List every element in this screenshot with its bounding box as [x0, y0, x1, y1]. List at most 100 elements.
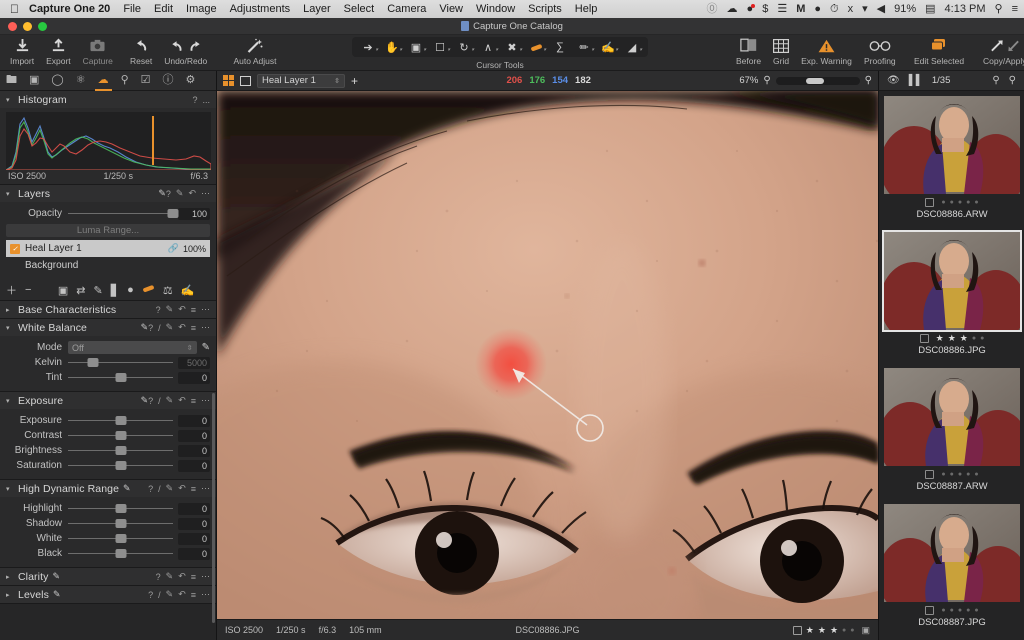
star-4[interactable]: ● — [966, 471, 970, 478]
exposure-slider[interactable] — [68, 415, 173, 427]
more-icon[interactable]: ⋯ — [201, 188, 210, 199]
reset-icon[interactable]: ↶ — [178, 322, 186, 333]
layer-row-heal-layer-1[interactable]: ✓ Heal Layer 1 🔗 100% — [6, 240, 210, 257]
reset-icon[interactable]: ↶ — [178, 589, 186, 600]
clone-brush-icon[interactable]: ∑ — [548, 39, 572, 55]
shadow-value[interactable]: 0 — [178, 517, 210, 530]
star-1[interactable]: ● — [941, 199, 945, 206]
levels-header[interactable]: ▸ Levels ✎ ? / ✎ ↶ ≡ ⋯ — [0, 586, 216, 603]
layer-row-background[interactable]: Background — [6, 257, 210, 274]
eyedropper-icon[interactable]: ✎ — [202, 342, 210, 353]
zoom-slider[interactable] — [775, 76, 860, 85]
chevron-right-icon[interactable]: ▸ — [6, 306, 13, 314]
clarity-header[interactable]: ▸ Clarity ✎ ? ✎ ↶ ≡ ⋯ — [0, 568, 216, 585]
brush-icon[interactable]: ✎ — [166, 322, 174, 333]
export-button[interactable]: Export — [40, 35, 77, 66]
thumbnail-rating[interactable]: ● ● ● ● ● — [879, 469, 1024, 479]
at-icon[interactable]: ⓪ — [707, 3, 718, 15]
contrast-slider[interactable] — [68, 430, 173, 442]
slider-knob[interactable] — [115, 446, 126, 455]
reset-icon[interactable]: ↶ — [178, 571, 186, 582]
base-characteristics-header[interactable]: ▸ Base Characteristics ? ✎ ↶ ≡ ⋯ — [0, 301, 216, 318]
star-2[interactable]: ★ — [948, 333, 956, 344]
clock-time[interactable]: 4:13 PM — [945, 3, 986, 15]
kelvin-slider[interactable] — [68, 357, 173, 369]
status-rating[interactable]: ★ ★ ★ ● ● ▣ — [792, 625, 870, 636]
menu-item-window[interactable]: Window — [476, 3, 515, 15]
menu-item-image[interactable]: Image — [186, 3, 217, 15]
menu-item-file[interactable]: File — [123, 3, 141, 15]
minimize-button[interactable] — [23, 22, 32, 31]
more-icon[interactable]: ⋯ — [201, 322, 210, 333]
wifi-icon[interactable]: ▾ — [862, 3, 868, 15]
tool-tab-color-wheel-icon[interactable]: ⚛ — [76, 74, 86, 87]
select-checkbox[interactable] — [925, 469, 935, 479]
black-value[interactable]: 0 — [178, 547, 210, 560]
photo-canvas[interactable] — [217, 91, 878, 619]
highlight-value[interactable]: 0 — [178, 502, 210, 515]
reset-icon[interactable]: ↶ — [178, 395, 186, 406]
brush-icon[interactable]: ✎ — [176, 188, 184, 199]
more-icon[interactable]: ⋯ — [201, 483, 210, 494]
slash-icon[interactable]: / — [158, 323, 161, 333]
select-arrow-icon[interactable]: ➔ ▾ — [356, 39, 380, 55]
slider-knob[interactable] — [167, 209, 179, 218]
add-cursor-icon[interactable]: + — [351, 74, 358, 88]
tool-tab-output-gear-icon[interactable]: ⚙ — [186, 74, 196, 87]
select-checkbox[interactable] — [919, 333, 929, 343]
camera-record-icon[interactable]: ● — [747, 3, 756, 15]
star-3[interactable]: ★ — [830, 625, 838, 636]
thumbnail-item[interactable]: ● ● ● ● ● DSC08887.JPG — [879, 504, 1024, 635]
tool-tab-exposure-cloud-icon[interactable]: ☁ — [94, 74, 112, 91]
clock-icon[interactable]: ⏱ — [830, 3, 839, 15]
help-icon[interactable]: ? — [192, 95, 197, 105]
opacity-value[interactable]: 100 — [178, 207, 210, 220]
thumbnail-rating[interactable]: ● ● ● ● ● — [879, 197, 1024, 207]
saturation-slider[interactable] — [68, 460, 173, 472]
slash-icon[interactable]: / — [158, 484, 161, 494]
star-1[interactable]: ★ — [806, 625, 814, 636]
color-tag-icon[interactable]: ▣ — [861, 625, 870, 636]
bluetooth-icon[interactable]: x — [848, 3, 854, 15]
tool-tab-styles-clipboard-icon[interactable]: ☑ — [141, 74, 151, 87]
copy-apply-button[interactable]: Copy/Apply — [979, 35, 1024, 66]
single-view-icon[interactable] — [240, 75, 251, 86]
menu-icon[interactable]: ≡ — [191, 396, 196, 406]
tint-slider[interactable] — [68, 372, 173, 384]
reset-icon[interactable]: ↶ — [178, 483, 186, 494]
clone-stamp-icon[interactable]: ⚖ — [163, 284, 173, 297]
help-icon[interactable]: ? — [148, 323, 153, 333]
help-icon[interactable]: ? — [156, 305, 161, 315]
star-4[interactable]: ● — [966, 199, 970, 206]
more-icon[interactable]: ⋯ — [201, 589, 210, 600]
battery-percent[interactable]: 91% — [894, 3, 916, 15]
chevron-down-icon[interactable]: ▾ — [6, 96, 13, 104]
star-5[interactable]: ● — [850, 627, 854, 634]
draw-mask-brush-icon[interactable]: ✎ — [93, 284, 102, 297]
select-checkbox[interactable] — [792, 625, 802, 635]
layers-header[interactable]: ▾ Layers ✎ ? ✎ ↶ ⋯ — [0, 185, 216, 202]
slider-knob[interactable] — [115, 534, 126, 543]
star-4[interactable]: ● — [972, 335, 976, 342]
star-5[interactable]: ● — [974, 471, 978, 478]
menu-item-layer[interactable]: Layer — [303, 3, 331, 15]
slider-knob[interactable] — [115, 549, 126, 558]
star-5[interactable]: ● — [980, 335, 984, 342]
white-slider[interactable] — [68, 533, 173, 545]
help-icon[interactable]: ? — [166, 189, 171, 199]
heal-brush-icon[interactable]: ▾ — [524, 39, 548, 55]
slash-icon[interactable]: / — [158, 396, 161, 406]
kelvin-value[interactable]: 5000 — [178, 356, 210, 369]
white-balance-header[interactable]: ▾ White Balance ✎ ? / ✎ ↶ ≡ ⋯ — [0, 319, 216, 336]
proofing-button[interactable]: Proofing — [858, 35, 902, 66]
help-icon[interactable]: ? — [148, 484, 153, 494]
left-panel-scrollbar[interactable] — [212, 393, 215, 623]
stack-icon[interactable]: ☰ — [777, 3, 787, 15]
zoom-level[interactable]: 67% — [739, 75, 758, 86]
heal-brush-icon[interactable] — [142, 283, 155, 297]
reset-button[interactable]: Reset — [124, 35, 158, 66]
thumbnail-image[interactable] — [884, 368, 1020, 466]
slider-knob[interactable] — [115, 461, 126, 470]
volume-icon[interactable]: ◀ — [877, 3, 885, 15]
star-3[interactable]: ● — [958, 471, 962, 478]
